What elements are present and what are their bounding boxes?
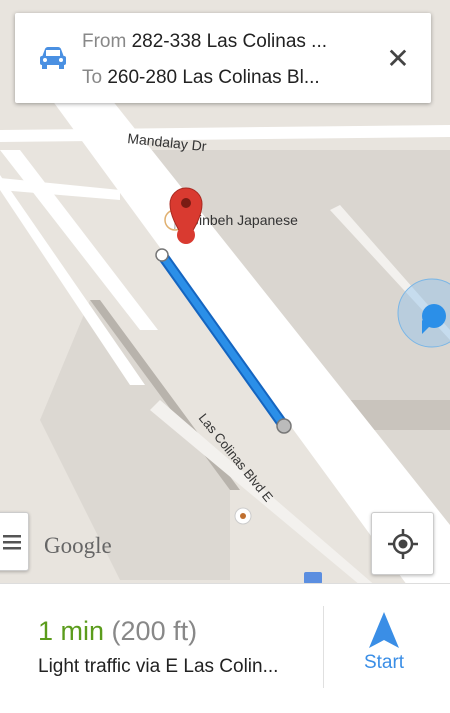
car-icon	[40, 47, 66, 69]
menu-icon	[2, 534, 21, 549]
origin-prefix: From	[82, 31, 127, 52]
poi-marker-icon	[234, 507, 252, 525]
close-icon[interactable]: ✕	[383, 43, 413, 74]
menu-button[interactable]	[0, 512, 29, 571]
eta-distance: (200 ft)	[111, 616, 198, 646]
route-summary-panel[interactable]: 1 min (200 ft) Light traffic via E Las C…	[0, 583, 450, 713]
divider	[323, 606, 324, 688]
start-navigation-button[interactable]: Start	[336, 612, 432, 686]
eta-duration: 1 min	[38, 616, 105, 646]
google-attribution: Google	[44, 533, 112, 558]
route-end-point	[276, 418, 292, 434]
destination-field[interactable]: To 260-280 Las Colinas Bl...	[82, 67, 362, 89]
origin-field[interactable]: From 282-338 Las Colinas ...	[82, 31, 362, 53]
eta-summary: 1 min (200 ft)	[38, 616, 197, 647]
navigation-arrow-icon	[369, 612, 399, 648]
start-label: Start	[363, 652, 405, 673]
navigation-screen: Mandalay Dr Las Colinas Blvd E 🍴 Jinbeh …	[0, 0, 450, 713]
my-location-icon	[387, 528, 418, 559]
origin-address: 282-338 Las Colinas ...	[131, 31, 328, 52]
destination-address: 260-280 Las Colinas Bl...	[107, 67, 320, 88]
directions-card[interactable]: From 282-338 Las Colinas ... To 260-280 …	[15, 13, 431, 103]
route-start-point	[155, 248, 169, 262]
place-label[interactable]: Jinbeh Japanese	[192, 212, 298, 228]
my-location-button[interactable]	[371, 512, 434, 575]
destination-prefix: To	[82, 67, 103, 88]
traffic-description: Light traffic via E Las Colin...	[38, 656, 279, 677]
